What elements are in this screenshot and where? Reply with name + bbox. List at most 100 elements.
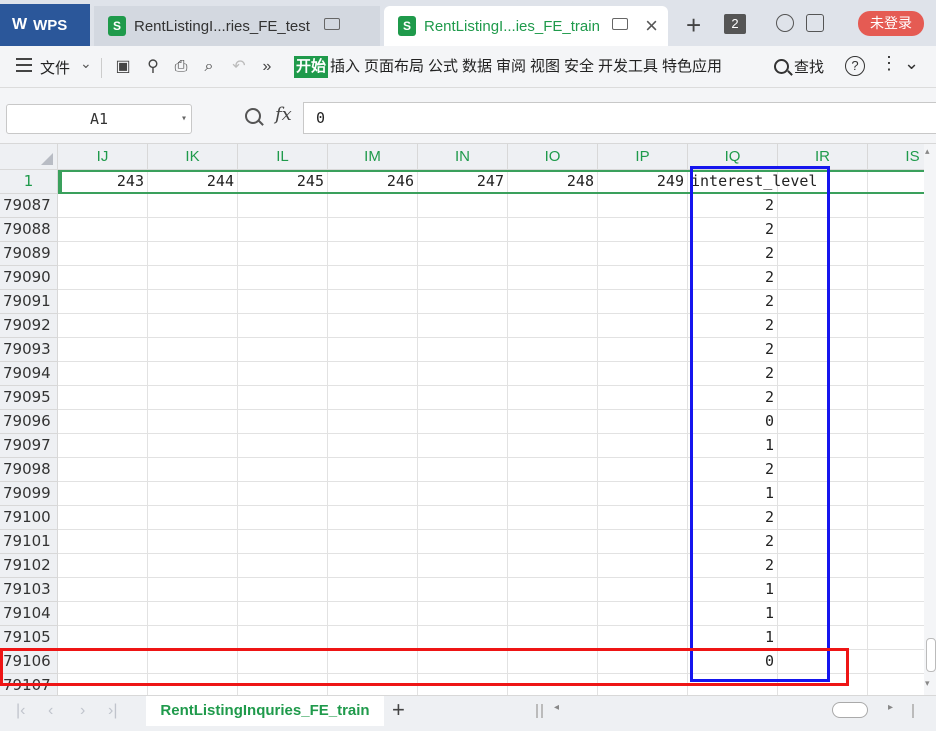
scroll-down-icon[interactable]: ▾ (925, 678, 930, 689)
cell[interactable] (238, 242, 328, 266)
cell[interactable] (328, 218, 418, 242)
tab-document-test[interactable]: S RentListingI...ries_FE_test (94, 6, 380, 46)
function-icon[interactable]: fx (275, 104, 292, 125)
cell[interactable] (508, 482, 598, 506)
cell[interactable] (58, 506, 148, 530)
new-tab-button[interactable]: + (686, 10, 701, 41)
cell[interactable]: 2 (688, 362, 778, 386)
cell[interactable] (58, 578, 148, 602)
cell[interactable] (868, 290, 924, 314)
cell[interactable] (778, 290, 868, 314)
row-header[interactable]: 79088 (0, 218, 58, 242)
cell[interactable] (328, 554, 418, 578)
print-icon[interactable]: ⎙ (172, 58, 190, 76)
cell[interactable]: 249 (598, 170, 688, 194)
monitor-icon[interactable] (324, 18, 340, 30)
cell[interactable] (418, 314, 508, 338)
cell[interactable] (778, 626, 868, 650)
cell[interactable] (238, 482, 328, 506)
cell[interactable] (868, 554, 924, 578)
cell[interactable] (148, 194, 238, 218)
wps-home-button[interactable]: W WPS (0, 4, 90, 46)
cell[interactable] (598, 266, 688, 290)
split-handle[interactable] (541, 704, 543, 718)
scroll-left-icon[interactable]: ◂ (554, 702, 559, 713)
row-header[interactable]: 79102 (0, 554, 58, 578)
column-header-ip[interactable]: IP (598, 144, 688, 170)
cell[interactable] (598, 218, 688, 242)
cell[interactable] (238, 194, 328, 218)
cell[interactable] (58, 626, 148, 650)
cell[interactable] (418, 602, 508, 626)
ribbon-tab-security[interactable]: 安全 (564, 56, 594, 78)
print-preview-icon[interactable]: ⌕ (200, 58, 218, 76)
cell[interactable]: 1 (688, 578, 778, 602)
cell[interactable] (58, 650, 148, 674)
next-sheet-icon[interactable]: › (80, 702, 85, 720)
cell[interactable] (778, 650, 868, 674)
cell[interactable] (328, 410, 418, 434)
cell[interactable] (148, 386, 238, 410)
select-all-corner[interactable] (0, 144, 58, 170)
cell[interactable] (328, 314, 418, 338)
cell[interactable] (778, 530, 868, 554)
cell[interactable] (328, 626, 418, 650)
horizontal-scroll-thumb[interactable] (832, 702, 868, 718)
cell[interactable]: 245 (238, 170, 328, 194)
cell[interactable] (58, 482, 148, 506)
vertical-scroll-thumb[interactable] (926, 638, 936, 672)
zoom-icon[interactable] (245, 108, 261, 124)
cell[interactable] (328, 242, 418, 266)
scroll-up-icon[interactable]: ▴ (925, 146, 930, 157)
cell[interactable] (418, 362, 508, 386)
cell[interactable]: 2 (688, 314, 778, 338)
cell[interactable] (148, 506, 238, 530)
cell[interactable] (238, 674, 328, 695)
cell[interactable] (58, 458, 148, 482)
cell[interactable] (778, 386, 868, 410)
cell[interactable] (868, 674, 924, 695)
cell[interactable] (328, 650, 418, 674)
cell[interactable] (238, 338, 328, 362)
cell[interactable] (778, 362, 868, 386)
cell[interactable]: 2 (688, 386, 778, 410)
cell[interactable]: 2 (688, 458, 778, 482)
ribbon-tab-data[interactable]: 数据 (462, 56, 492, 78)
cell[interactable] (418, 482, 508, 506)
row-header[interactable]: 79107 (0, 674, 58, 695)
row-header[interactable]: 79099 (0, 482, 58, 506)
chevron-down-icon[interactable]: ⌄ (80, 55, 92, 72)
cell[interactable] (598, 458, 688, 482)
chevron-down-icon[interactable]: ▾ (181, 105, 187, 133)
save-icon[interactable]: ▣ (114, 58, 132, 76)
row-header[interactable]: 79093 (0, 338, 58, 362)
cell[interactable] (868, 458, 924, 482)
login-button[interactable]: 未登录 (858, 11, 924, 36)
cell[interactable] (148, 578, 238, 602)
cell[interactable] (508, 506, 598, 530)
cell[interactable] (238, 506, 328, 530)
cell[interactable] (418, 674, 508, 695)
cell[interactable] (778, 602, 868, 626)
cell[interactable] (508, 194, 598, 218)
cell[interactable]: 2 (688, 242, 778, 266)
cell[interactable] (328, 530, 418, 554)
cell[interactable] (598, 650, 688, 674)
cell[interactable] (238, 626, 328, 650)
cell[interactable] (148, 290, 238, 314)
row-header[interactable]: 79090 (0, 266, 58, 290)
ribbon-tab-special[interactable]: 特色应用 (662, 56, 722, 78)
cell[interactable] (238, 554, 328, 578)
ribbon-tab-formulas[interactable]: 公式 (428, 56, 458, 78)
cell[interactable]: 1 (688, 602, 778, 626)
cell[interactable] (418, 338, 508, 362)
ribbon-tab-insert[interactable]: 插入 (330, 56, 360, 78)
cell[interactable]: 1 (688, 626, 778, 650)
row-header[interactable]: 79101 (0, 530, 58, 554)
cell[interactable] (778, 578, 868, 602)
row-header[interactable]: 79096 (0, 410, 58, 434)
cell[interactable] (238, 434, 328, 458)
cell[interactable] (598, 338, 688, 362)
column-header-ir[interactable]: IR (778, 144, 868, 170)
split-handle[interactable] (912, 704, 914, 718)
